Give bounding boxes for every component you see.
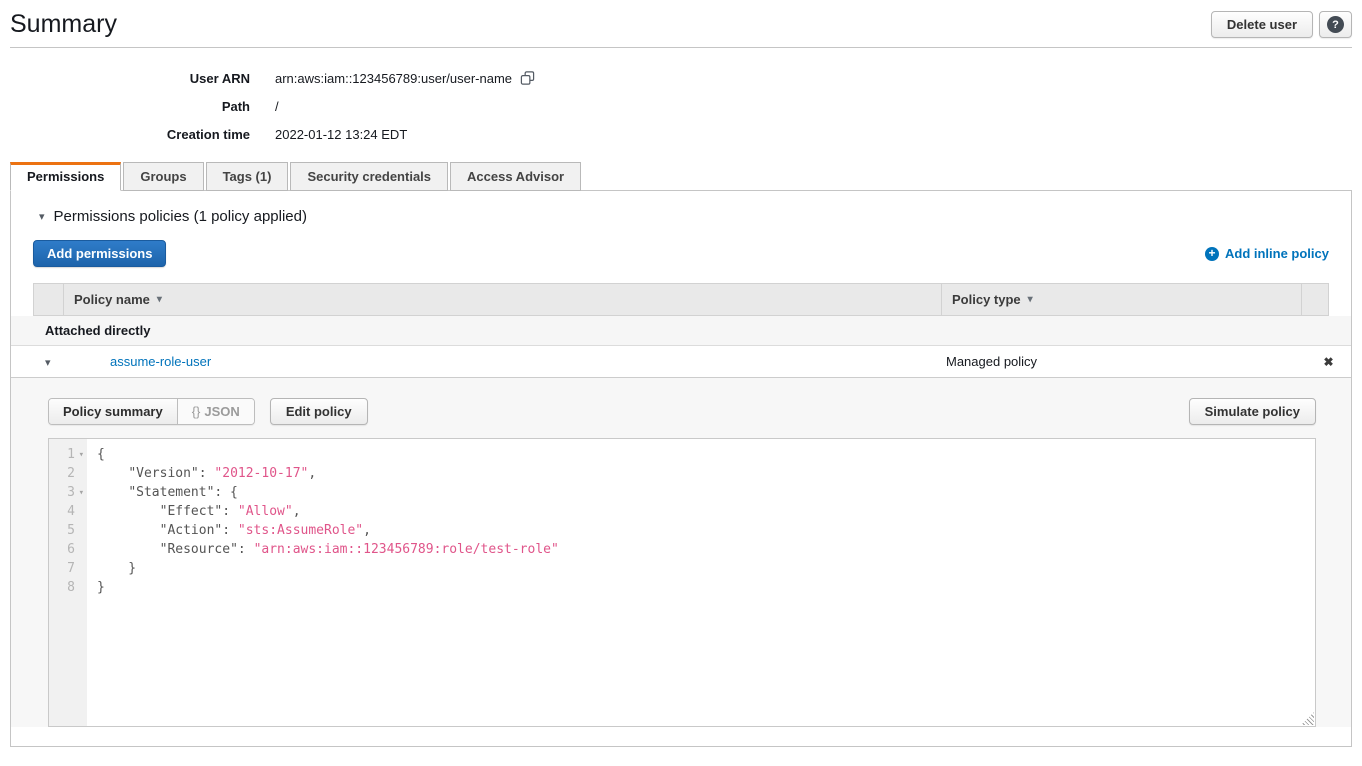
sort-caret-icon: ▾ (157, 294, 162, 305)
code-line: "Resource": "arn:aws:iam::123456789:role… (97, 540, 1315, 559)
row-expander[interactable]: ▾ (45, 354, 110, 369)
policy-view-buttons: Policy summary {}JSON Edit policy (48, 398, 368, 425)
detail-value: arn:aws:iam::123456789:user/user-name (275, 68, 535, 89)
code-line: } (97, 578, 1315, 597)
json-view-button[interactable]: {}JSON (178, 399, 254, 424)
tab-tags[interactable]: Tags (1) (206, 162, 289, 191)
header-spacer-cell (34, 284, 64, 315)
policy-type-cell: Managed policy (946, 354, 1306, 369)
page-title: Summary (10, 10, 117, 39)
editor-gutter: 1▾23▾45678 (49, 439, 87, 726)
gutter-line-number[interactable]: 3▾ (49, 483, 87, 502)
gutter-line-number[interactable]: 1▾ (49, 445, 87, 464)
user-details: User ARN arn:aws:iam::123456789:user/use… (0, 64, 1362, 148)
edit-policy-button[interactable]: Edit policy (270, 398, 368, 425)
policy-table-header: Policy name ▾ Policy type ▾ (33, 283, 1329, 316)
permissions-tab-content: ▾ Permissions policies (1 policy applied… (10, 190, 1352, 747)
sort-caret-icon: ▾ (1028, 294, 1033, 305)
delete-user-button[interactable]: Delete user (1211, 11, 1313, 38)
gutter-line-number: 8 (49, 578, 87, 597)
code-line: "Version": "2012-10-17", (97, 464, 1315, 483)
permissions-policies-title: Permissions policies (1 policy applied) (54, 208, 307, 225)
add-permissions-button[interactable]: Add permissions (33, 240, 166, 267)
tab-permissions[interactable]: Permissions (10, 162, 121, 191)
gutter-line-number: 4 (49, 502, 87, 521)
editor-code-area[interactable]: { "Version": "2012-10-17", "Statement": … (87, 439, 1315, 726)
gutter-line-number: 7 (49, 559, 87, 578)
header-divider (10, 47, 1352, 48)
policy-summary-button[interactable]: Policy summary (49, 399, 178, 424)
policy-name-cell: assume-role-user (110, 354, 946, 369)
detail-label: User ARN (0, 71, 250, 86)
plus-circle-icon: + (1205, 247, 1219, 261)
simulate-policy-button[interactable]: Simulate policy (1189, 398, 1316, 425)
policy-name-link[interactable]: assume-role-user (110, 354, 211, 369)
policy-detail-toolbar: Policy summary {}JSON Edit policy Simula… (48, 398, 1316, 425)
tab-access-advisor[interactable]: Access Advisor (450, 162, 581, 191)
header-actions: Delete user ? (1211, 11, 1352, 38)
creation-time-value: 2022-01-12 13:24 EDT (275, 127, 407, 142)
help-button[interactable]: ? (1319, 11, 1352, 38)
policy-type-header-label: Policy type (952, 292, 1021, 307)
detach-cell: ✖ (1306, 354, 1351, 369)
add-inline-policy-link[interactable]: + Add inline policy (1205, 246, 1329, 261)
chevron-down-icon: ▾ (45, 357, 51, 369)
code-line: "Effect": "Allow", (97, 502, 1315, 521)
detail-row-creation-time: Creation time 2022-01-12 13:24 EDT (0, 120, 1362, 148)
policy-view-segmented-control: Policy summary {}JSON (48, 398, 255, 425)
chevron-down-icon: ▾ (39, 210, 45, 223)
code-line: } (97, 559, 1315, 578)
policy-detail-panel: Policy summary {}JSON Edit policy Simula… (11, 377, 1351, 727)
code-line: { (97, 445, 1315, 464)
policy-type-column-header[interactable]: Policy type ▾ (942, 284, 1302, 315)
permissions-policies-section-toggle[interactable]: ▾ Permissions policies (1 policy applied… (11, 191, 1351, 225)
policy-name-column-header[interactable]: Policy name ▾ (64, 284, 942, 315)
detail-label: Path (0, 99, 250, 114)
fold-caret-icon[interactable]: ▾ (79, 450, 84, 460)
policy-name-header-label: Policy name (74, 292, 150, 307)
copy-icon[interactable] (520, 70, 535, 89)
header-end-cell (1302, 284, 1328, 315)
gutter-line-number: 5 (49, 521, 87, 540)
attached-directly-group-row: Attached directly (11, 316, 1351, 346)
add-inline-policy-label: Add inline policy (1225, 246, 1329, 261)
code-line: "Statement": { (97, 483, 1315, 502)
policy-actions-row: Add permissions + Add inline policy (33, 240, 1329, 267)
tab-security-credentials[interactable]: Security credentials (290, 162, 448, 191)
path-value: / (275, 99, 279, 114)
policy-json-editor: 1▾23▾45678 { "Version": "2012-10-17", "S… (48, 438, 1316, 727)
question-mark-icon: ? (1327, 16, 1344, 33)
code-line: "Action": "sts:AssumeRole", (97, 521, 1315, 540)
gutter-line-number: 6 (49, 540, 87, 559)
detail-row-user-arn: User ARN arn:aws:iam::123456789:user/use… (0, 64, 1362, 92)
json-view-label: JSON (204, 404, 239, 419)
user-arn-value: arn:aws:iam::123456789:user/user-name (275, 71, 512, 86)
detach-policy-icon[interactable]: ✖ (1323, 355, 1333, 369)
page-header: Summary Delete user ? (0, 0, 1362, 39)
policy-table: Policy name ▾ Policy type ▾ Attached dir… (11, 283, 1351, 727)
detail-label: Creation time (0, 127, 250, 142)
detail-row-path: Path / (0, 92, 1362, 120)
gutter-line-number: 2 (49, 464, 87, 483)
braces-icon: {} (192, 404, 201, 419)
policy-table-row: ▾ assume-role-user Managed policy ✖ (11, 346, 1351, 377)
tab-bar: Permissions Groups Tags (1) Security cre… (10, 162, 1352, 190)
tab-groups[interactable]: Groups (123, 162, 203, 191)
fold-caret-icon[interactable]: ▾ (79, 488, 84, 498)
